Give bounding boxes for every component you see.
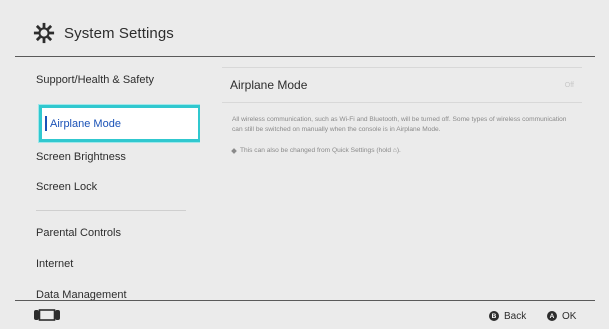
setting-title: Airplane Mode	[230, 78, 308, 92]
setting-note: This can also be changed from Quick Sett…	[231, 146, 572, 156]
back-label: Back	[504, 310, 527, 322]
sidebar-item-internet[interactable]: Internet	[15, 250, 200, 278]
back-button[interactable]: B Back	[489, 309, 526, 323]
sidebar-item-label: Support/Health & Safety	[36, 74, 155, 86]
setting-status: Off	[564, 81, 574, 89]
sidebar-item-label: Airplane Mode	[50, 117, 121, 130]
sidebar-item-screen-brightness[interactable]: Screen Brightness	[15, 143, 200, 171]
sidebar-item-label: Data Management	[36, 289, 127, 300]
sidebar: Support/Health & Safety Airplane Mode Sc…	[15, 57, 200, 300]
sidebar-item-label: Screen Lock	[36, 181, 98, 193]
header-title-group: System Settings	[33, 20, 174, 46]
sidebar-item-parental-controls[interactable]: Parental Controls	[15, 219, 200, 247]
system-settings-screen: System Settings Support/Health & Safety …	[0, 0, 609, 329]
sidebar-item-support-health-safety[interactable]: Support/Health & Safety	[15, 66, 200, 94]
header: System Settings	[0, 0, 609, 58]
ok-label: OK	[562, 310, 577, 322]
content-panel: Airplane Mode Off All wireless communica…	[200, 57, 595, 300]
airplane-mode-setting[interactable]: Airplane Mode Off	[222, 67, 582, 103]
sidebar-item-airplane-mode[interactable]: Airplane Mode	[39, 105, 200, 142]
sidebar-item-label: Internet	[36, 258, 74, 270]
b-button-icon: B	[489, 311, 499, 321]
gear-icon	[33, 22, 55, 44]
setting-note-text: This can also be changed from Quick Sett…	[240, 147, 401, 154]
selection-indicator	[45, 116, 47, 131]
sidebar-item-label: Screen Brightness	[36, 151, 126, 163]
footer: B Back A OK	[0, 301, 609, 329]
sidebar-item-data-management[interactable]: Data Management	[15, 281, 200, 300]
bullet-diamond-icon	[231, 148, 237, 154]
a-button-icon: A	[547, 311, 557, 321]
setting-description: All wireless communication, such as Wi-F…	[232, 116, 567, 133]
sidebar-item-screen-lock[interactable]: Screen Lock	[15, 173, 200, 201]
sidebar-divider	[36, 210, 186, 211]
ok-button[interactable]: A OK	[547, 309, 576, 323]
console-icon	[34, 309, 60, 321]
page-title: System Settings	[64, 24, 174, 42]
sidebar-item-label: Parental Controls	[36, 227, 121, 239]
